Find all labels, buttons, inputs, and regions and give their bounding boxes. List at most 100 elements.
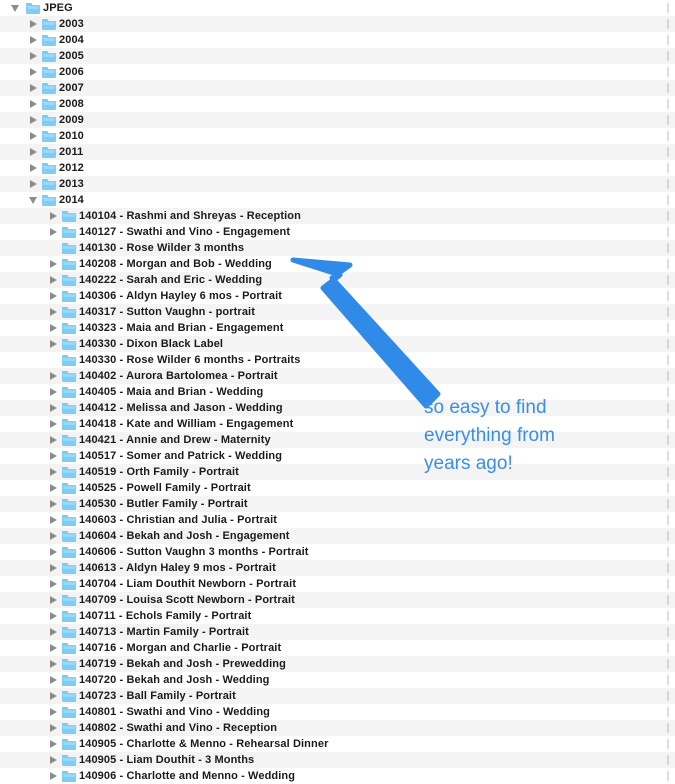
- chevron-right-icon[interactable]: [48, 624, 60, 640]
- chevron-right-icon[interactable]: [48, 576, 60, 592]
- chevron-right-icon[interactable]: [28, 112, 40, 128]
- tree-row[interactable]: 140519 - Orth Family - Portrait: [0, 464, 675, 480]
- chevron-right-icon[interactable]: [28, 64, 40, 80]
- tree-row[interactable]: 140905 - Charlotte & Menno - Rehearsal D…: [0, 736, 675, 752]
- tree-row[interactable]: 140517 - Somer and Patrick - Wedding: [0, 448, 675, 464]
- chevron-right-icon[interactable]: [48, 496, 60, 512]
- chevron-right-icon[interactable]: [48, 592, 60, 608]
- tree-row[interactable]: 140723 - Ball Family - Portrait: [0, 688, 675, 704]
- tree-row[interactable]: 140802 - Swathi and Vino - Reception: [0, 720, 675, 736]
- chevron-right-icon[interactable]: [48, 544, 60, 560]
- chevron-right-icon[interactable]: [48, 640, 60, 656]
- column-divider: [667, 275, 669, 285]
- tree-row[interactable]: 2012: [0, 160, 675, 176]
- tree-row[interactable]: 140421 - Annie and Drew - Maternity: [0, 432, 675, 448]
- chevron-right-icon[interactable]: [48, 336, 60, 352]
- tree-row[interactable]: 2009: [0, 112, 675, 128]
- chevron-right-icon[interactable]: [28, 144, 40, 160]
- chevron-right-icon[interactable]: [48, 656, 60, 672]
- chevron-right-icon[interactable]: [48, 768, 60, 784]
- chevron-right-icon[interactable]: [28, 176, 40, 192]
- chevron-right-icon[interactable]: [48, 560, 60, 576]
- chevron-right-icon[interactable]: [48, 368, 60, 384]
- chevron-right-icon[interactable]: [48, 320, 60, 336]
- chevron-right-icon[interactable]: [28, 48, 40, 64]
- tree-row[interactable]: 140720 - Bekah and Josh - Wedding: [0, 672, 675, 688]
- chevron-right-icon[interactable]: [48, 224, 60, 240]
- tree-row[interactable]: 140208 - Morgan and Bob - Wedding: [0, 256, 675, 272]
- chevron-down-icon[interactable]: [10, 0, 22, 16]
- tree-row[interactable]: 140713 - Martin Family - Portrait: [0, 624, 675, 640]
- tree-row[interactable]: 2011: [0, 144, 675, 160]
- chevron-right-icon[interactable]: [48, 400, 60, 416]
- chevron-right-icon[interactable]: [48, 688, 60, 704]
- tree-row[interactable]: 2013: [0, 176, 675, 192]
- tree-row[interactable]: 140906 - Charlotte and Menno - Wedding: [0, 768, 675, 784]
- chevron-right-icon[interactable]: [48, 528, 60, 544]
- chevron-right-icon[interactable]: [48, 480, 60, 496]
- folder-icon: [62, 371, 76, 382]
- tree-row[interactable]: 140317 - Sutton Vaughn - portrait: [0, 304, 675, 320]
- tree-row[interactable]: 2008: [0, 96, 675, 112]
- tree-row[interactable]: 140704 - Liam Douthit Newborn - Portrait: [0, 576, 675, 592]
- chevron-right-icon[interactable]: [48, 736, 60, 752]
- chevron-right-icon[interactable]: [48, 304, 60, 320]
- tree-row[interactable]: 140716 - Morgan and Charlie - Portrait: [0, 640, 675, 656]
- chevron-right-icon[interactable]: [28, 80, 40, 96]
- tree-row[interactable]: 140606 - Sutton Vaughn 3 months - Portra…: [0, 544, 675, 560]
- chevron-right-icon[interactable]: [48, 512, 60, 528]
- tree-row[interactable]: 140801 - Swathi and Vino - Wedding: [0, 704, 675, 720]
- chevron-right-icon[interactable]: [48, 464, 60, 480]
- chevron-right-icon[interactable]: [28, 160, 40, 176]
- tree-row[interactable]: 2014: [0, 192, 675, 208]
- tree-row[interactable]: JPEG: [0, 0, 675, 16]
- tree-row[interactable]: 140613 - Aldyn Haley 9 mos - Portrait: [0, 560, 675, 576]
- tree-row[interactable]: 140709 - Louisa Scott Newborn - Portrait: [0, 592, 675, 608]
- tree-row[interactable]: 140418 - Kate and William - Engagement: [0, 416, 675, 432]
- tree-row[interactable]: 140603 - Christian and Julia - Portrait: [0, 512, 675, 528]
- chevron-right-icon[interactable]: [48, 672, 60, 688]
- chevron-down-icon[interactable]: [28, 192, 40, 208]
- tree-row[interactable]: 140412 - Melissa and Jason - Wedding: [0, 400, 675, 416]
- tree-row[interactable]: 140905 - Liam Douthit - 3 Months: [0, 752, 675, 768]
- tree-row[interactable]: 140405 - Maia and Brian - Wedding: [0, 384, 675, 400]
- chevron-right-icon[interactable]: [48, 256, 60, 272]
- tree-row[interactable]: 140330 - Rose Wilder 6 months - Portrait…: [0, 352, 675, 368]
- chevron-right-icon[interactable]: [48, 416, 60, 432]
- tree-row[interactable]: 140530 - Butler Family - Portrait: [0, 496, 675, 512]
- tree-row[interactable]: 140525 - Powell Family - Portrait: [0, 480, 675, 496]
- chevron-right-icon[interactable]: [48, 608, 60, 624]
- tree-row[interactable]: 140104 - Rashmi and Shreyas - Reception: [0, 208, 675, 224]
- tree-row[interactable]: 2004: [0, 32, 675, 48]
- chevron-right-icon[interactable]: [48, 384, 60, 400]
- chevron-right-icon[interactable]: [48, 288, 60, 304]
- tree-row[interactable]: 2010: [0, 128, 675, 144]
- tree-row[interactable]: 140323 - Maia and Brian - Engagement: [0, 320, 675, 336]
- chevron-right-icon[interactable]: [48, 720, 60, 736]
- tree-row[interactable]: 2007: [0, 80, 675, 96]
- tree-row[interactable]: 2003: [0, 16, 675, 32]
- chevron-right-icon[interactable]: [48, 432, 60, 448]
- tree-row[interactable]: 140222 - Sarah and Eric - Wedding: [0, 272, 675, 288]
- tree-row[interactable]: 140127 - Swathi and Vino - Engagement: [0, 224, 675, 240]
- tree-row[interactable]: 2005: [0, 48, 675, 64]
- tree-row[interactable]: 2006: [0, 64, 675, 80]
- tree-row[interactable]: 140719 - Bekah and Josh - Prewedding: [0, 656, 675, 672]
- tree-row[interactable]: 140402 - Aurora Bartolomea - Portrait: [0, 368, 675, 384]
- chevron-right-icon[interactable]: [48, 448, 60, 464]
- tree-row[interactable]: 140130 - Rose Wilder 3 months: [0, 240, 675, 256]
- chevron-right-icon[interactable]: [28, 32, 40, 48]
- chevron-right-icon[interactable]: [48, 272, 60, 288]
- tree-row[interactable]: 140711 - Echols Family - Portrait: [0, 608, 675, 624]
- tree-row[interactable]: 140306 - Aldyn Hayley 6 mos - Portrait: [0, 288, 675, 304]
- tree-row[interactable]: 140604 - Bekah and Josh - Engagement: [0, 528, 675, 544]
- chevron-right-icon[interactable]: [28, 128, 40, 144]
- chevron-right-icon[interactable]: [28, 96, 40, 112]
- chevron-right-icon[interactable]: [48, 208, 60, 224]
- chevron-right-icon[interactable]: [48, 752, 60, 768]
- chevron-right-icon[interactable]: [48, 704, 60, 720]
- chevron-right-icon[interactable]: [28, 16, 40, 32]
- column-divider: [667, 515, 669, 525]
- folder-tree[interactable]: JPEG 2003 2004 2005 2006 2007 2008 2009 2010 2011…: [0, 0, 675, 784]
- tree-row[interactable]: 140330 - Dixon Black Label: [0, 336, 675, 352]
